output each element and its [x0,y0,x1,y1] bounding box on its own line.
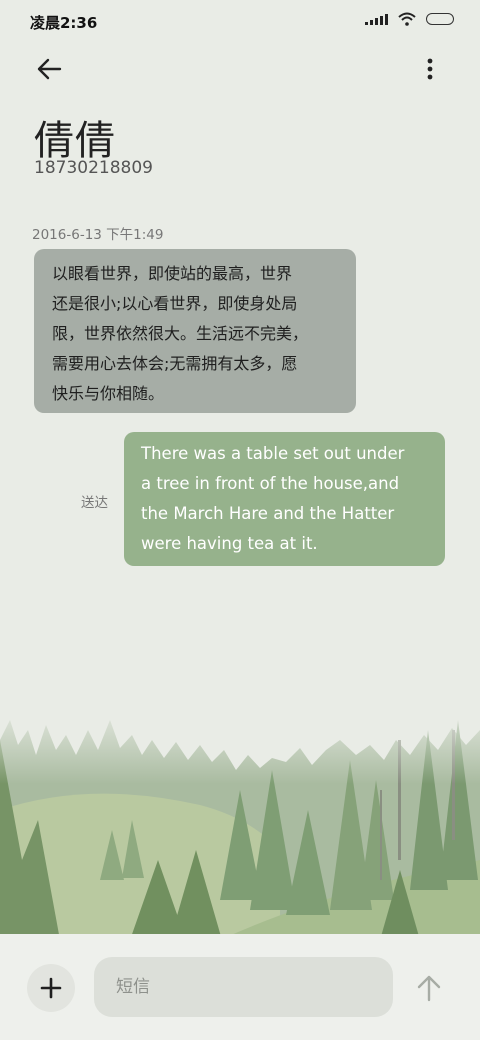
landscape-wallpaper [0,700,480,940]
add-attachment-button[interactable] [27,964,75,1012]
arrow-left-icon [37,58,62,80]
battery-icon [426,13,454,25]
send-button[interactable] [414,972,444,1004]
sent-message-text: There was a table set out under a tree i… [141,444,405,553]
received-message-bubble[interactable]: 以眼看世界，即使站的最高，世界 还是很小;以心看世界，即使身处局 限，世界依然很… [34,249,356,413]
wifi-icon [398,12,416,26]
received-message-text: 以眼看世界，即使站的最高，世界 还是很小;以心看世界，即使身处局 限，世界依然很… [52,264,309,403]
more-vertical-icon [427,58,433,80]
sent-message-bubble[interactable]: There was a table set out under a tree i… [124,432,445,566]
delivery-status: 送达 [81,495,108,511]
message-input[interactable] [94,957,393,1017]
signal-icon [365,13,388,25]
status-bar: 凌晨2:36 [0,0,480,42]
more-options-button[interactable] [418,56,442,82]
status-icons [365,12,454,26]
arrow-up-icon [417,975,441,1002]
status-time: 凌晨2:36 [30,14,98,32]
plus-icon [40,977,62,999]
contact-number: 18730218809 [34,158,153,178]
message-timestamp: 2016-6-13 下午1:49 [32,227,164,243]
back-button[interactable] [32,54,68,84]
